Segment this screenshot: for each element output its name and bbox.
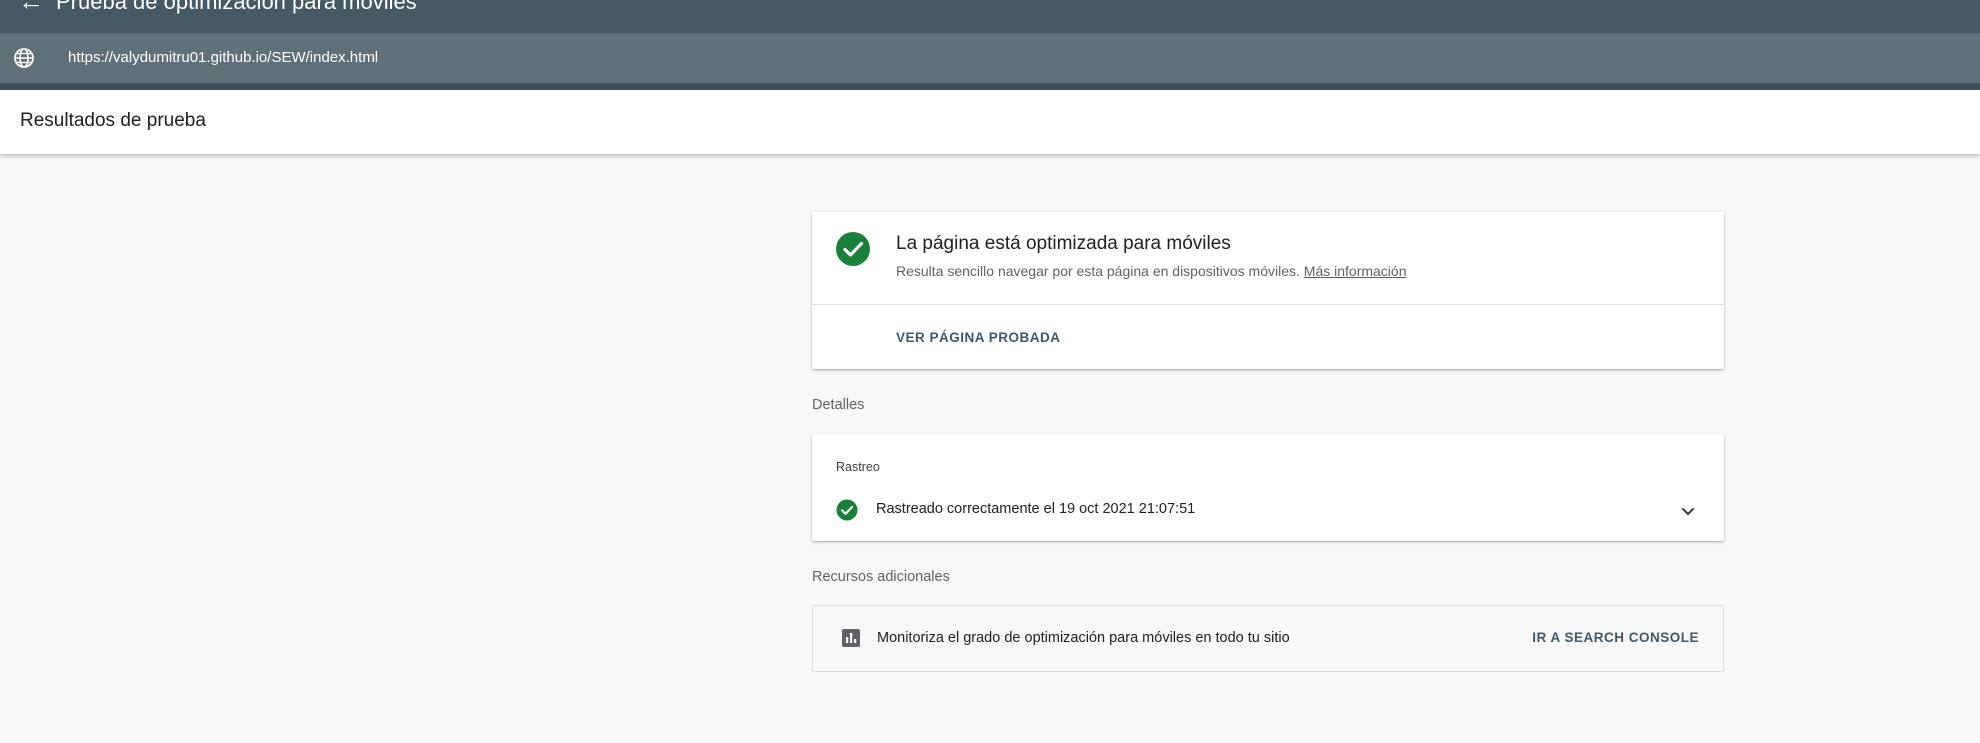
globe-icon (14, 48, 34, 68)
page-title: Resultados de prueba (20, 110, 206, 131)
bar-chart-icon (842, 629, 860, 647)
app-bar: ← Prueba de optimización para móviles (0, 0, 1980, 33)
result-description: Resulta sencillo navegar por esta página… (896, 263, 1406, 279)
divider (812, 304, 1724, 305)
results-header: Resultados de prueba (0, 90, 1980, 154)
check-circle-icon (836, 499, 858, 521)
url-bar-divider (0, 83, 1980, 90)
result-description-text: Resulta sencillo navegar por esta página… (896, 263, 1300, 279)
resources-text: Monitoriza el grado de optimización para… (877, 630, 1290, 646)
crawl-card[interactable]: Rastreo Rastreado correctamente el 19 oc… (812, 434, 1724, 541)
details-label: Detalles (812, 397, 865, 413)
additional-resources-label: Recursos adicionales (812, 569, 950, 585)
result-card: La página está optimizada para móviles R… (812, 212, 1724, 369)
more-info-link[interactable]: Más información (1304, 263, 1407, 279)
arrow-back-icon[interactable]: ← (18, 0, 44, 17)
url-bar: https://valydumitru01.github.io/SEW/inde… (0, 33, 1980, 83)
chevron-down-icon[interactable] (1676, 499, 1700, 523)
app-title: Prueba de optimización para móviles (56, 0, 417, 14)
crawl-status-text: Rastreado correctamente el 19 oct 2021 2… (876, 501, 1196, 517)
result-title: La página está optimizada para móviles (896, 233, 1231, 254)
crawl-section-title: Rastreo (836, 460, 880, 474)
check-circle-icon (836, 232, 870, 266)
go-to-search-console-button[interactable]: IR A SEARCH CONSOLE (1532, 630, 1699, 645)
tested-url: https://valydumitru01.github.io/SEW/inde… (68, 49, 379, 66)
resources-card: Monitoriza el grado de optimización para… (812, 605, 1724, 672)
view-tested-page-button[interactable]: VER PÁGINA PROBADA (896, 330, 1061, 345)
